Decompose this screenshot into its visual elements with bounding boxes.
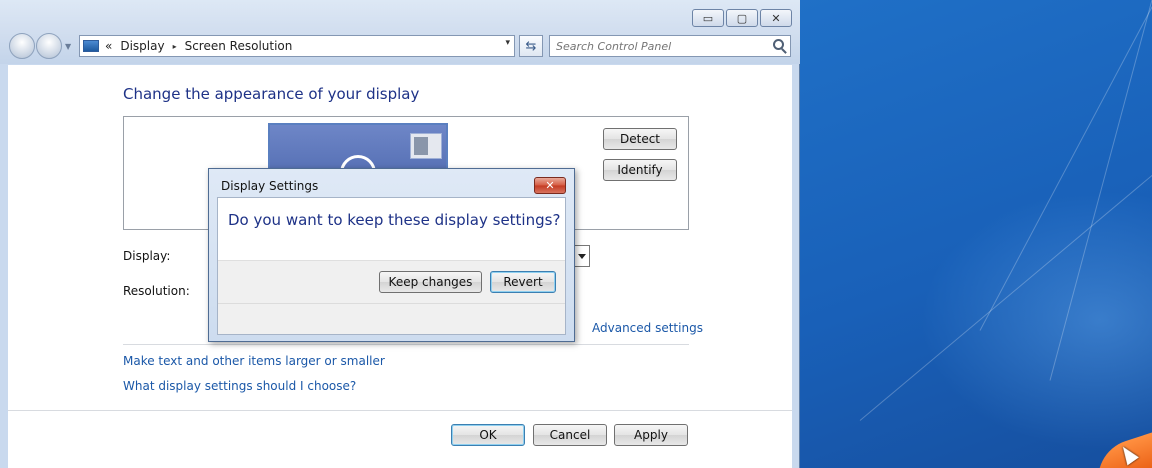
close-icon: ✕ [771, 11, 781, 25]
dialog-divider [218, 303, 565, 304]
dialog-body: Do you want to keep these display settin… [217, 197, 566, 335]
recent-pages-dropdown-icon[interactable]: ▼ [65, 42, 71, 51]
minimize-button[interactable]: ▭ [692, 9, 724, 27]
caption-buttons: ▭ ▢ ✕ [690, 9, 792, 27]
search-icon[interactable] [773, 39, 784, 50]
desktop-wallpaper [800, 0, 1152, 468]
wallpaper-glow [920, 190, 1152, 450]
refresh-button[interactable]: ⇆ [519, 35, 543, 57]
apply-button[interactable]: Apply [614, 424, 688, 446]
display-dropdown-icon[interactable] [574, 245, 590, 267]
resolution-label: Resolution: [123, 284, 190, 298]
display-settings-dialog: Display Settings ✕ Do you want to keep t… [208, 168, 575, 342]
detect-button[interactable]: Detect [603, 128, 677, 150]
dialog-button-bar: Keep changes Revert [218, 260, 565, 334]
minimize-icon: ▭ [702, 11, 714, 25]
control-panel-icon [83, 40, 99, 52]
search-input[interactable] [550, 36, 760, 56]
close-icon: ✕ [545, 179, 555, 192]
dialog-close-button[interactable]: ✕ [534, 177, 566, 194]
keep-changes-button[interactable]: Keep changes [379, 271, 482, 293]
breadcrumb-separator-icon[interactable]: ▸ [173, 42, 177, 51]
maximize-button[interactable]: ▢ [726, 9, 758, 27]
monitor-badge-icon [410, 133, 442, 159]
text-size-link[interactable]: Make text and other items larger or smal… [123, 354, 385, 368]
revert-button[interactable]: Revert [490, 271, 556, 293]
forward-button[interactable] [36, 33, 62, 59]
back-button[interactable] [9, 33, 35, 59]
maximize-icon: ▢ [736, 11, 748, 25]
page-title: Change the appearance of your display [123, 85, 420, 103]
footer-divider [8, 410, 792, 411]
breadcrumb-display[interactable]: Display [120, 39, 164, 53]
address-dropdown-icon[interactable]: ▾ [505, 38, 510, 48]
refresh-icon: ⇆ [525, 38, 537, 54]
navigation-buttons: ▼ [9, 33, 71, 59]
advanced-settings-link[interactable]: Advanced settings [592, 321, 703, 335]
address-overflow-chevron[interactable]: « [105, 39, 112, 53]
close-button[interactable]: ✕ [760, 9, 792, 27]
ok-button[interactable]: OK [451, 424, 525, 446]
breadcrumb-screen-resolution[interactable]: Screen Resolution [185, 39, 293, 53]
divider [123, 344, 689, 345]
dialog-title: Display Settings [221, 179, 319, 193]
display-help-link[interactable]: What display settings should I choose? [123, 379, 356, 393]
cancel-button[interactable]: Cancel [533, 424, 607, 446]
window-chrome: ▭ ▢ ✕ ▼ « Display ▸ Screen Resolution ▾ … [0, 0, 800, 64]
dialog-question: Do you want to keep these display settin… [228, 211, 561, 229]
display-label: Display: [123, 249, 171, 263]
identify-button[interactable]: Identify [603, 159, 677, 181]
search-box [549, 35, 791, 57]
address-bar[interactable]: « Display ▸ Screen Resolution ▾ [79, 35, 515, 57]
